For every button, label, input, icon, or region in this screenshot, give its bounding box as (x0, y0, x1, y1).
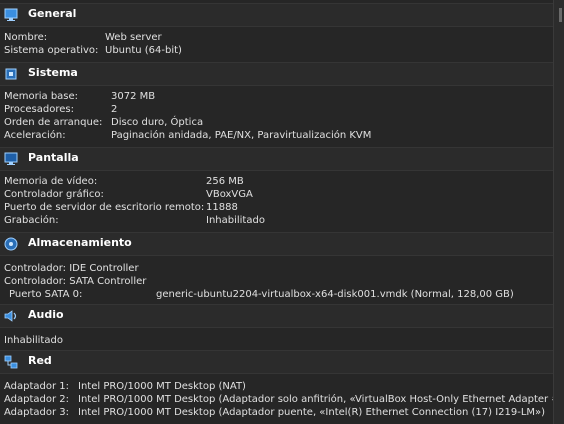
info-row: Puerto de servidor de escritorio remoto:… (4, 202, 238, 213)
section-sistema: Sistema Memoria base: 3072 MB Procesador… (0, 62, 554, 142)
storage-icon (4, 237, 18, 251)
section-pantalla: Pantalla Memoria de vídeo: 256 MB Contro… (0, 147, 554, 227)
info-row: Sistema operativo: Ubuntu (64-bit) (4, 45, 182, 56)
chip-icon (5, 68, 17, 80)
info-row: Nombre: Web server (4, 32, 162, 43)
section-header-audio[interactable]: Audio (0, 304, 554, 328)
info-row: Controlador: SATA Controller (4, 276, 147, 287)
info-row: Adaptador 3: Intel PRO/1000 MT Desktop (… (4, 407, 546, 418)
section-general: General Nombre: Web server Sistema opera… (0, 3, 554, 57)
info-row: Controlador gráfico: VBoxVGA (4, 189, 253, 200)
section-title: Pantalla (28, 151, 79, 164)
info-row: Grabación: Inhabilitado (4, 215, 265, 226)
info-row: Puerto SATA 0: generic-ubuntu2204-virtua… (9, 289, 514, 300)
info-row: Memoria de vídeo: 256 MB (4, 176, 244, 187)
network-icon (4, 355, 18, 369)
section-header-sistema[interactable]: Sistema (0, 62, 554, 86)
info-row: Inhabilitado (4, 335, 63, 346)
info-row: Orden de arranque: Disco duro, Óptica (4, 117, 204, 128)
info-row: Memoria base: 3072 MB (4, 91, 156, 102)
section-header-almacenamiento[interactable]: Almacenamiento (0, 232, 554, 256)
info-row: Controlador: IDE Controller (4, 263, 139, 274)
section-almacenamiento: Almacenamiento Controlador: IDE Controll… (0, 232, 554, 301)
details-panel: General Nombre: Web server Sistema opera… (0, 0, 564, 424)
section-header-pantalla[interactable]: Pantalla (0, 147, 554, 171)
section-header-red[interactable]: Red (0, 350, 554, 374)
scrollbar-thumb[interactable] (559, 8, 562, 22)
monitor-icon (4, 8, 18, 21)
info-row: Adaptador 1: Intel PRO/1000 MT Desktop (… (4, 381, 246, 392)
info-row: Adaptador 2: Intel PRO/1000 MT Desktop (… (4, 394, 564, 405)
vertical-scrollbar[interactable] (553, 0, 564, 424)
section-title: General (28, 7, 77, 20)
section-header-general[interactable]: General (0, 3, 554, 27)
section-audio: Audio Inhabilitado (0, 304, 554, 347)
section-title: Audio (28, 308, 64, 321)
section-red: Red Adaptador 1: Intel PRO/1000 MT Deskt… (0, 350, 564, 419)
section-title: Almacenamiento (28, 236, 132, 249)
info-row: Procesadores: 2 (4, 104, 118, 115)
section-title: Red (28, 354, 52, 367)
display-icon (4, 152, 18, 165)
info-row: Aceleración: Paginación anidada, PAE/NX,… (4, 130, 372, 141)
speaker-icon (4, 310, 17, 322)
section-title: Sistema (28, 66, 78, 79)
